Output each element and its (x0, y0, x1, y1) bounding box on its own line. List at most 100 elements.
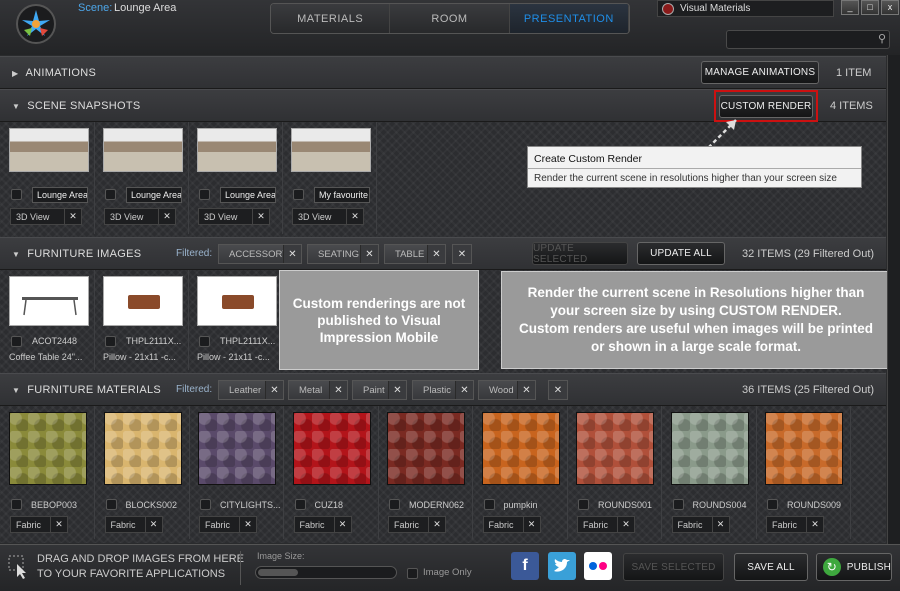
snapshot-name-field[interactable]: My favourite (314, 187, 370, 203)
facebook-icon[interactable]: f (511, 552, 539, 580)
material-card[interactable]: ROUNDS009 Fabric ✕ (761, 406, 851, 539)
material-card[interactable]: ROUNDS001 Fabric ✕ (572, 406, 662, 539)
tab-room[interactable]: ROOM (390, 4, 510, 33)
publish-button[interactable]: ↻ PUBLISH (816, 553, 892, 581)
material-checkbox[interactable] (11, 499, 22, 510)
snapshot-card[interactable]: Lounge Area 3D View ✕ (5, 122, 95, 234)
update-selected-button[interactable]: UPDATE SELECTED (532, 242, 628, 265)
filter-chip[interactable]: ACCESSORY ✕ (218, 244, 302, 264)
filter-chip[interactable]: Wood ✕ (478, 380, 536, 400)
remove-icon[interactable]: ✕ (346, 209, 363, 224)
remove-icon[interactable]: ✕ (806, 517, 823, 532)
material-name: CUZ18 (314, 500, 344, 510)
remove-icon[interactable]: ✕ (617, 517, 634, 532)
remove-icon[interactable]: ✕ (711, 517, 729, 532)
snapshot-checkbox[interactable] (199, 189, 210, 200)
material-card[interactable]: CUZ18 Fabric ✕ (289, 406, 379, 539)
furniture-materials-section[interactable]: ▼ FURNITURE MATERIALS Filtered: Leather ✕ … (0, 373, 886, 406)
drag-text-line1: DRAG AND DROP IMAGES FROM HERE (37, 553, 244, 565)
clear-filters-icon[interactable]: ✕ (548, 380, 568, 400)
material-card[interactable]: BLOCKS002 Fabric ✕ (100, 406, 190, 539)
material-checkbox[interactable] (483, 499, 495, 510)
image-size-slider[interactable] (255, 566, 397, 579)
material-checkbox[interactable] (200, 499, 211, 510)
image-only-checkbox[interactable] (407, 568, 418, 579)
furniture-checkbox[interactable] (105, 336, 116, 347)
remove-icon[interactable]: ✕ (144, 517, 162, 532)
remove-filter-icon[interactable]: ✕ (329, 381, 347, 399)
filter-chip[interactable]: Metal ✕ (288, 380, 348, 400)
remove-icon[interactable]: ✕ (522, 517, 540, 532)
remove-filter-icon[interactable]: ✕ (388, 381, 406, 399)
tooltip-divider (528, 168, 861, 169)
furniture-checkbox[interactable] (11, 336, 22, 347)
manage-animations-button[interactable]: MANAGE ANIMATIONS (701, 61, 819, 84)
flickr-icon[interactable] (584, 552, 612, 580)
remove-icon[interactable]: ✕ (158, 209, 175, 224)
snapshot-checkbox[interactable] (105, 189, 116, 200)
filter-chip[interactable]: TABLE ✕ (384, 244, 446, 264)
remove-icon[interactable]: ✕ (252, 209, 269, 224)
remove-icon[interactable]: ✕ (239, 517, 256, 532)
search-input[interactable]: ⚲ (726, 30, 890, 49)
filter-chip[interactable]: Plastic ✕ (412, 380, 474, 400)
material-checkbox[interactable] (105, 499, 117, 510)
material-card[interactable]: pumpkin Fabric ✕ (478, 406, 568, 539)
remove-filter-icon[interactable]: ✕ (517, 381, 535, 399)
material-card[interactable]: ROUNDS004 Fabric ✕ (667, 406, 757, 539)
remove-icon[interactable]: ✕ (428, 517, 445, 532)
furniture-images-section[interactable]: ▼ FURNITURE IMAGES Filtered: ACCESSORY ✕ S… (0, 237, 886, 270)
minimize-button[interactable]: _ (841, 0, 859, 15)
snapshot-name-field[interactable]: Lounge Area (126, 187, 182, 203)
snapshot-card[interactable]: Lounge Area 3D View ✕ (193, 122, 283, 234)
remove-filter-icon[interactable]: ✕ (360, 245, 378, 263)
update-all-button[interactable]: UPDATE ALL (637, 242, 725, 265)
remove-icon[interactable]: ✕ (64, 209, 81, 224)
material-checkbox[interactable] (767, 499, 778, 510)
material-checkbox[interactable] (578, 499, 589, 510)
snapshot-checkbox[interactable] (293, 189, 304, 200)
filter-chip[interactable]: Paint ✕ (352, 380, 407, 400)
material-checkbox[interactable] (672, 499, 684, 510)
material-card[interactable]: BEBOP003 Fabric ✕ (5, 406, 95, 539)
snapshot-card[interactable]: Lounge Area 3D View ✕ (99, 122, 189, 234)
snapshot-name-field[interactable]: Lounge Area (220, 187, 276, 203)
remove-filter-icon[interactable]: ✕ (283, 245, 301, 263)
remove-filter-icon[interactable]: ✕ (427, 245, 445, 263)
snapshot-card[interactable]: My favourite 3D View ✕ (287, 122, 377, 234)
material-card[interactable]: MODERN062 Fabric ✕ (383, 406, 473, 539)
scrollbar[interactable] (887, 55, 900, 544)
clear-filters-icon[interactable]: ✕ (452, 244, 472, 264)
furniture-image-card[interactable]: THPL2111X... Pillow - 21x11 -c... (99, 270, 189, 370)
twitter-icon[interactable] (548, 552, 576, 580)
remove-icon[interactable]: ✕ (50, 517, 67, 532)
view-chip: 3D View ✕ (104, 208, 176, 225)
tooltip: Create Custom Render Render the current … (527, 146, 862, 188)
animations-section[interactable]: ▶ ANIMATIONS MANAGE ANIMATIONS 1 ITEM (0, 56, 886, 89)
save-all-button[interactable]: SAVE ALL (734, 553, 808, 581)
tab-materials[interactable]: MATERIALS (271, 4, 391, 33)
slider-handle[interactable] (258, 569, 298, 576)
search-icon: ⚲ (877, 33, 886, 45)
remove-icon[interactable]: ✕ (333, 517, 351, 532)
material-swatch (103, 412, 182, 485)
snapshot-checkbox[interactable] (11, 189, 22, 200)
tab-presentation[interactable]: PRESENTATION (509, 4, 629, 33)
furniture-image-card[interactable]: ACOT2448 Coffee Table 24"... (5, 270, 95, 370)
remove-filter-icon[interactable]: ✕ (455, 381, 473, 399)
furniture-checkbox[interactable] (199, 336, 210, 347)
material-checkbox[interactable] (294, 499, 306, 510)
material-card[interactable]: CITYLIGHTS... Fabric ✕ (194, 406, 284, 539)
close-button[interactable]: x (881, 0, 899, 15)
maximize-button[interactable]: □ (861, 0, 879, 15)
material-checkbox[interactable] (389, 499, 400, 510)
filter-chip[interactable]: SEATING ✕ (307, 244, 379, 264)
bottom-bar: DRAG AND DROP IMAGES FROM HERE TO YOUR F… (0, 544, 900, 591)
image-only-label: Image Only (423, 567, 472, 578)
remove-filter-icon[interactable]: ✕ (265, 381, 283, 399)
filter-chip[interactable]: Leather ✕ (218, 380, 284, 400)
snapshot-name-field[interactable]: Lounge Area (32, 187, 88, 203)
furniture-image-card[interactable]: THPL2111X... Pillow - 21x11 -c... (193, 270, 283, 370)
save-selected-button[interactable]: SAVE SELECTED (623, 553, 724, 581)
app-tab[interactable]: Visual Materials (657, 0, 834, 17)
